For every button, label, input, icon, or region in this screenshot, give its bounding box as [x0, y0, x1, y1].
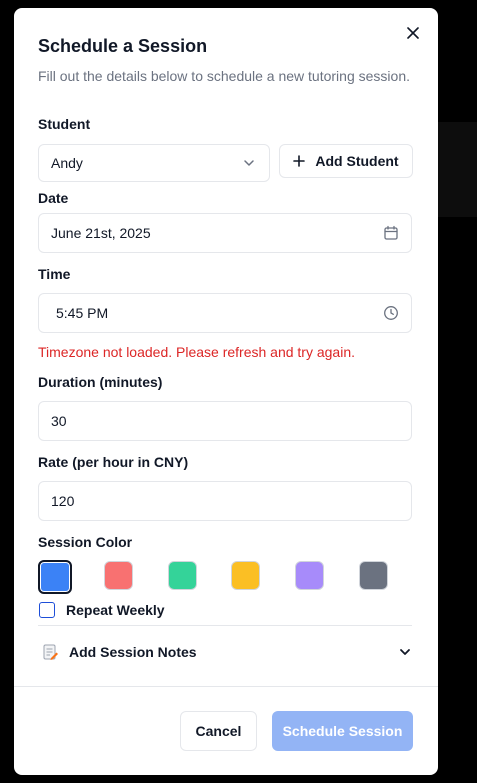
color-swatch-gray[interactable]: [359, 561, 388, 590]
close-button[interactable]: [404, 24, 422, 42]
color-swatch-blue[interactable]: [38, 560, 72, 594]
session-color-picker: [38, 560, 418, 594]
color-swatch-purple[interactable]: [295, 561, 324, 590]
close-icon: [407, 27, 419, 39]
time-value: 5:45 PM: [56, 305, 109, 321]
dialog-subtitle: Fill out the details below to schedule a…: [38, 68, 410, 84]
cancel-button[interactable]: Cancel: [180, 711, 257, 751]
dialog-title: Schedule a Session: [38, 36, 208, 56]
divider: [38, 625, 412, 626]
notepad-icon: [43, 644, 58, 660]
add-student-button[interactable]: Add Student: [279, 144, 413, 178]
timezone-error-message: Timezone not loaded. Please refresh and …: [38, 344, 356, 360]
student-select[interactable]: Andy: [38, 144, 270, 182]
footer-divider: [14, 686, 438, 687]
repeat-weekly-label: Repeat Weekly: [66, 602, 165, 618]
student-label: Student: [38, 116, 91, 132]
add-session-notes-label: Add Session Notes: [69, 644, 197, 660]
add-session-notes-toggle[interactable]: Add Session Notes: [38, 640, 412, 664]
calendar-icon: [383, 225, 399, 241]
duration-value: 30: [51, 413, 67, 429]
chevron-down-icon: [241, 155, 257, 171]
date-label: Date: [38, 190, 69, 206]
rate-label: Rate (per hour in CNY): [38, 454, 189, 470]
time-label: Time: [38, 266, 71, 282]
add-student-label: Add Student: [315, 153, 399, 169]
color-swatch-green[interactable]: [168, 561, 197, 590]
time-input[interactable]: 5:45 PM: [38, 293, 412, 333]
schedule-session-button[interactable]: Schedule Session: [272, 711, 413, 751]
date-value: June 21st, 2025: [51, 225, 151, 241]
duration-input[interactable]: 30: [38, 401, 412, 441]
clock-icon: [383, 305, 399, 321]
session-color-label: Session Color: [38, 534, 133, 550]
schedule-session-dialog: Schedule a Session Fill out the details …: [14, 8, 438, 775]
date-picker[interactable]: June 21st, 2025: [38, 213, 412, 253]
color-swatch-yellow[interactable]: [231, 561, 260, 590]
rate-value: 120: [51, 493, 75, 509]
repeat-weekly-checkbox[interactable]: [39, 602, 55, 618]
rate-input[interactable]: 120: [38, 481, 412, 521]
duration-label: Duration (minutes): [38, 374, 163, 390]
background-panel: [438, 122, 477, 217]
color-swatch-red[interactable]: [104, 561, 133, 590]
plus-icon: [293, 155, 306, 167]
chevron-down-icon: [400, 649, 410, 655]
student-select-value: Andy: [51, 155, 83, 171]
